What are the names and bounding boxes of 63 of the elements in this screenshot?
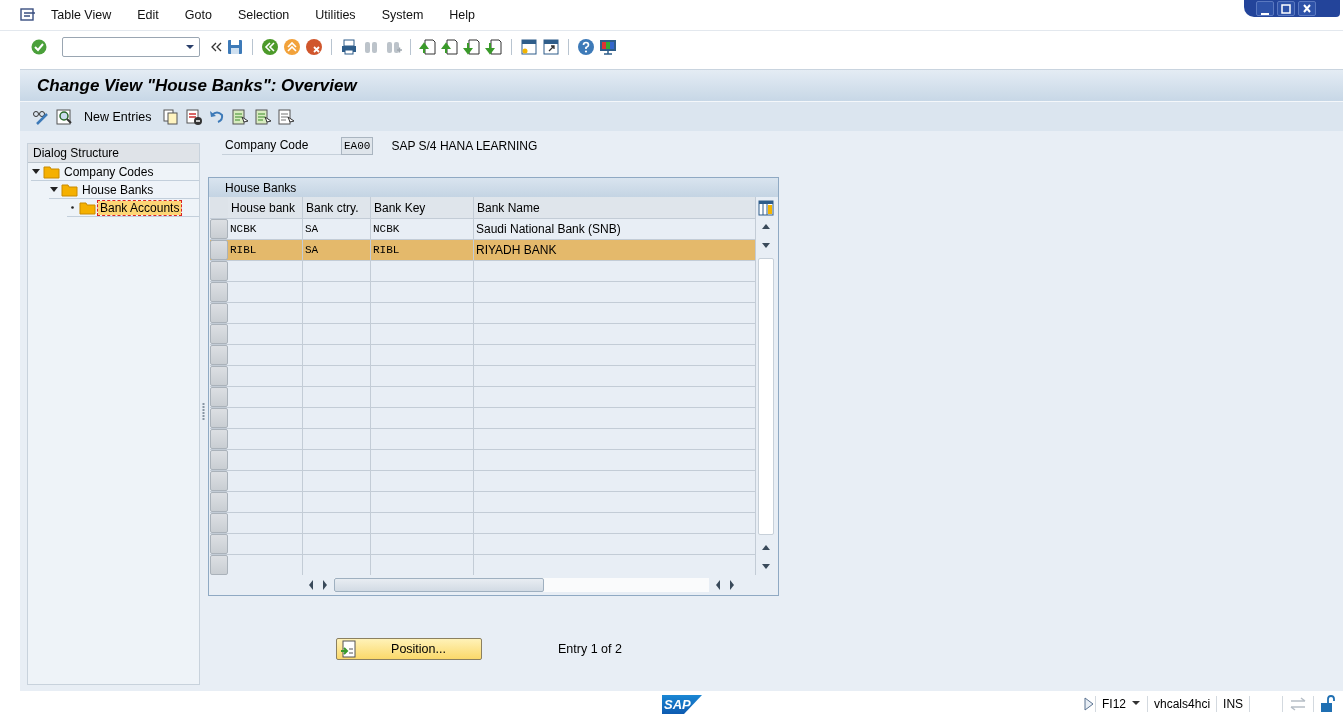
table-cell: SA xyxy=(303,240,371,260)
command-field[interactable] xyxy=(62,36,200,57)
monitor-icon[interactable] xyxy=(599,37,617,56)
company-code-field[interactable]: EA00 xyxy=(341,137,374,155)
tree-item[interactable]: Bank Accounts xyxy=(98,200,182,215)
position-button[interactable]: Position... xyxy=(336,638,482,660)
column-header[interactable]: House bank xyxy=(228,197,303,218)
minimize-button[interactable] xyxy=(1256,1,1274,16)
menu-item[interactable]: Selection xyxy=(224,8,303,22)
menu-item[interactable]: Utilities xyxy=(302,8,369,22)
logo: SAP xyxy=(662,695,702,714)
menu-icon[interactable] xyxy=(18,6,38,24)
back-icon[interactable] xyxy=(261,37,279,56)
magnifier-icon[interactable] xyxy=(55,107,73,126)
splitter-grip-icon[interactable] xyxy=(201,402,205,420)
table-cell: RIBL xyxy=(228,240,303,260)
close-button[interactable] xyxy=(1298,1,1316,16)
table-row[interactable]: RIBL SA RIBL RIYADH BANK xyxy=(210,239,756,260)
bullet-icon xyxy=(71,206,74,209)
column-header[interactable]: Bank Key xyxy=(371,197,474,218)
last-page-icon[interactable] xyxy=(485,37,503,56)
shortcut-icon[interactable] xyxy=(542,37,560,56)
next-page-icon[interactable] xyxy=(463,37,481,56)
deselect-all-icon[interactable] xyxy=(277,107,296,126)
menu-item[interactable]: System xyxy=(368,8,437,22)
server-name: vhcals4hci xyxy=(1147,696,1217,712)
menu-item[interactable]: Edit xyxy=(124,8,172,22)
transaction-code[interactable]: FI12 xyxy=(1095,696,1147,712)
entry-count: Entry 1 of 2 xyxy=(558,642,622,656)
column-header[interactable]: Bank ctry. xyxy=(303,197,371,218)
vertical-scrollbar[interactable] xyxy=(757,258,774,535)
screen-title: Change View "House Banks": Overview xyxy=(20,70,1343,101)
menu-item[interactable]: Goto xyxy=(171,8,225,22)
help-icon[interactable] xyxy=(577,37,595,56)
lock-icon[interactable] xyxy=(1320,695,1337,713)
new-entries-button[interactable]: New Entries xyxy=(78,109,158,124)
previous-page-icon[interactable] xyxy=(441,37,459,56)
maximize-button[interactable] xyxy=(1277,1,1295,16)
tree-item[interactable]: House Banks xyxy=(80,182,156,197)
table-settings-icon[interactable] xyxy=(757,198,774,217)
tree-item[interactable]: Company Codes xyxy=(62,164,156,179)
delete-icon[interactable] xyxy=(185,107,204,126)
horizontal-scrollbar[interactable] xyxy=(334,578,544,592)
save-icon[interactable] xyxy=(226,37,244,56)
copy-icon[interactable] xyxy=(162,107,181,126)
panel-header: Dialog Structure xyxy=(28,144,199,163)
menu-item[interactable]: Help xyxy=(436,8,489,22)
table-cell: RIBL xyxy=(371,240,474,260)
select-block-icon[interactable] xyxy=(254,107,273,126)
input-mode: INS xyxy=(1216,696,1250,712)
cancel-icon[interactable] xyxy=(305,37,323,56)
table-cell: RIYADH BANK xyxy=(474,240,756,260)
first-page-icon[interactable] xyxy=(419,37,437,56)
play-icon[interactable] xyxy=(1083,695,1095,713)
position-icon xyxy=(340,640,356,658)
select-all-icon[interactable] xyxy=(231,107,250,126)
print-icon[interactable] xyxy=(340,37,358,56)
company-description: SAP S/4 HANA LEARNING xyxy=(391,139,538,153)
menu-item[interactable]: Table View xyxy=(38,8,125,22)
column-header[interactable]: Bank Name xyxy=(474,197,756,218)
new-session-icon[interactable] xyxy=(520,37,538,56)
check-icon[interactable] xyxy=(30,37,48,56)
table-title: House Banks xyxy=(209,178,778,197)
